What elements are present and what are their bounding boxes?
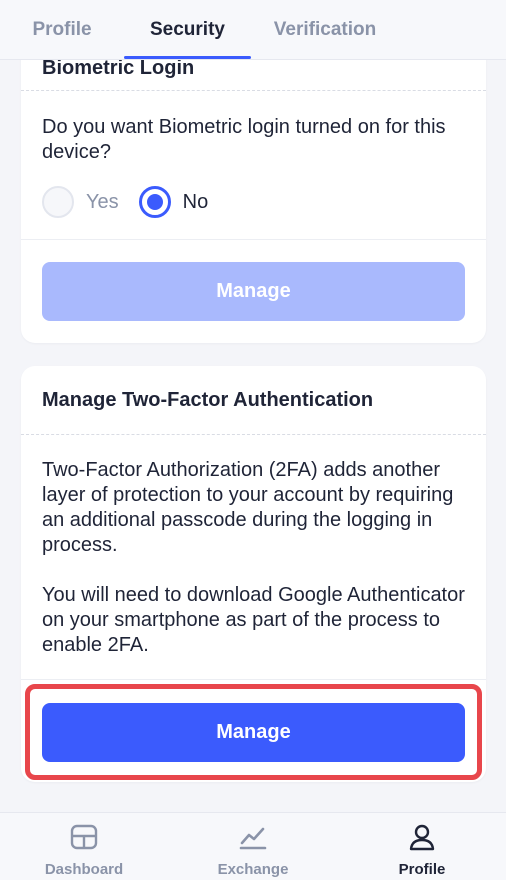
two-factor-instructions: You will need to download Google Authent… bbox=[42, 584, 465, 656]
biometric-question: Do you want Biometric login turned on fo… bbox=[42, 116, 446, 163]
radio-option-no[interactable]: No bbox=[138, 186, 209, 218]
two-factor-manage-button[interactable]: Manage bbox=[42, 703, 465, 762]
nav-dashboard-label: Dashboard bbox=[44, 861, 124, 878]
biometric-manage-button[interactable]: Manage bbox=[42, 262, 465, 321]
card-divider bbox=[21, 90, 486, 91]
nav-exchange[interactable]: Exchange bbox=[178, 813, 328, 880]
two-factor-description: Two-Factor Authorization (2FA) adds anot… bbox=[42, 459, 454, 556]
two-factor-card-title: Manage Two-Factor Authentication bbox=[42, 389, 374, 411]
card-divider bbox=[21, 679, 486, 680]
radio-yes-label: Yes bbox=[86, 190, 119, 213]
radio-no[interactable] bbox=[138, 186, 171, 218]
profile-tabs: Profile Security Verification bbox=[0, 0, 506, 60]
active-tab-indicator bbox=[124, 56, 251, 59]
nav-exchange-label: Exchange bbox=[217, 861, 289, 878]
nav-dashboard[interactable]: Dashboard bbox=[9, 813, 159, 880]
two-factor-card: Manage Two-Factor Authentication Two-Fac… bbox=[21, 366, 486, 782]
profile-icon bbox=[408, 823, 436, 851]
dashboard-icon bbox=[70, 823, 98, 851]
radio-yes[interactable] bbox=[42, 186, 74, 218]
tab-verification[interactable]: Verification bbox=[260, 0, 390, 60]
biometric-radio-group: Yes No bbox=[42, 185, 208, 219]
card-divider bbox=[21, 434, 486, 435]
tab-profile[interactable]: Profile bbox=[14, 0, 110, 60]
nav-profile[interactable]: Profile bbox=[347, 813, 497, 880]
nav-profile-label: Profile bbox=[398, 861, 446, 878]
bottom-navigation: Dashboard Exchange Profile bbox=[0, 812, 506, 880]
biometric-card-title: Biometric Login bbox=[42, 57, 195, 79]
radio-option-yes[interactable]: Yes bbox=[42, 186, 119, 218]
biometric-login-card: Biometric Login Do you want Biometric lo… bbox=[21, 20, 486, 343]
tab-security[interactable]: Security bbox=[124, 0, 251, 60]
radio-no-label: No bbox=[182, 190, 209, 213]
exchange-chart-icon bbox=[238, 823, 268, 851]
card-divider bbox=[21, 239, 486, 240]
